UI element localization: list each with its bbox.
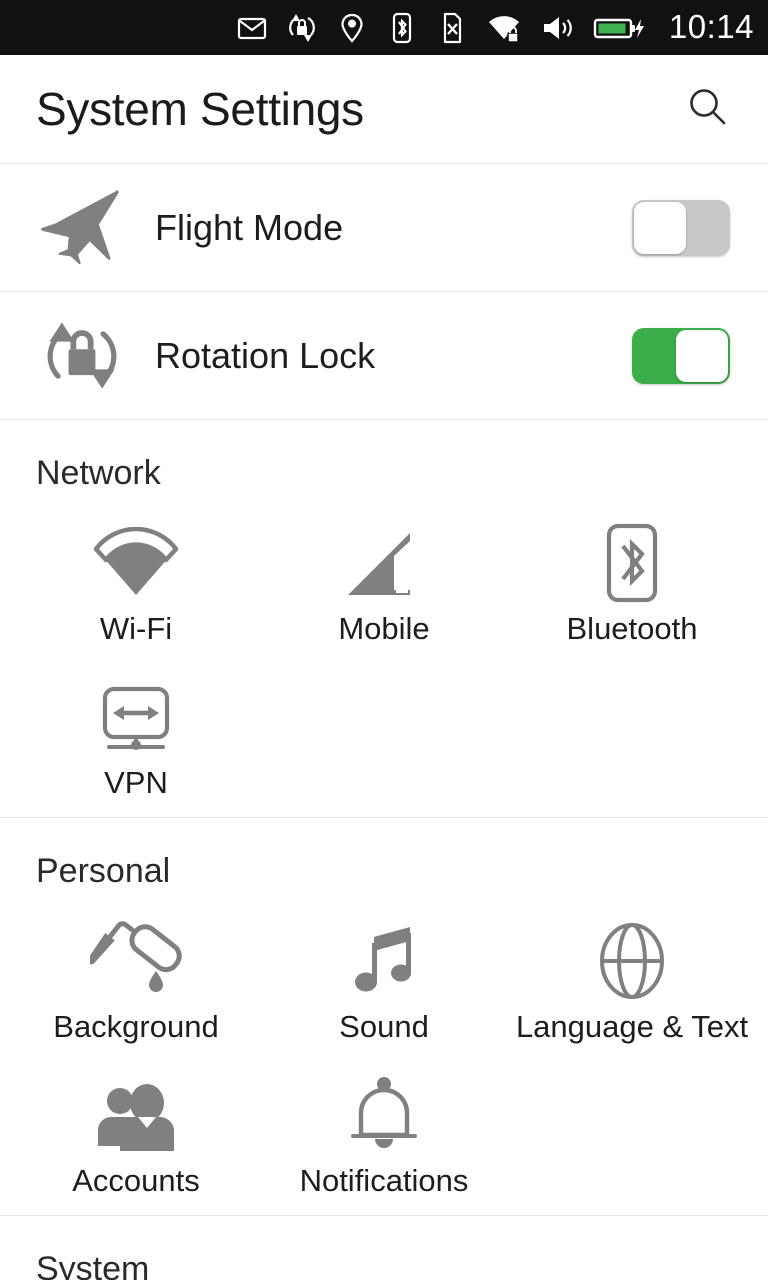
section-title-personal: Personal [36, 852, 171, 890]
row-label-rotation-lock: Rotation Lock [155, 334, 376, 376]
row-rotation-lock[interactable]: Rotation Lock [0, 292, 768, 419]
tile-label-wifi: Wi-Fi [99, 611, 173, 646]
status-bar-clock: 10:14 [668, 7, 754, 45]
tile-wifi[interactable]: Wi-Fi [12, 499, 260, 653]
tile-sound[interactable]: Sound [260, 897, 508, 1051]
airplane-icon [36, 185, 128, 271]
tile-bluetooth[interactable]: Bluetooth [508, 499, 756, 653]
page-header: System Settings [0, 55, 768, 163]
toggle-knob [676, 329, 728, 382]
tile-label-mobile: Mobile [338, 611, 430, 646]
tile-vpn[interactable]: VPN [12, 653, 260, 807]
personal-grid: Background Sound Language & Text Account… [0, 897, 768, 1205]
tile-background[interactable]: Background [12, 897, 260, 1051]
system-settings-screen: 10:14 System Settings Flight Mode Rotati… [0, 0, 768, 1280]
row-flight-mode[interactable]: Flight Mode [0, 164, 768, 291]
page-title: System Settings [36, 83, 364, 135]
tile-notifications[interactable]: Notifications [260, 1051, 508, 1205]
search-button[interactable] [680, 82, 734, 136]
tile-label-language-text: Language & Text [515, 1009, 749, 1044]
bluetooth-icon[interactable] [385, 11, 419, 45]
tile-label-sound: Sound [339, 1009, 429, 1044]
section-title-system: System [36, 1250, 150, 1280]
toggle-rotation-lock[interactable] [632, 327, 730, 384]
bluetooth-icon [601, 523, 663, 603]
tile-language-text[interactable]: Language & Text [508, 897, 756, 1051]
toggle-knob [634, 201, 686, 254]
wifi-icon [90, 525, 182, 603]
status-bar: 10:14 [0, 0, 768, 55]
volume-icon[interactable] [539, 11, 577, 45]
tile-label-vpn: VPN [104, 765, 168, 800]
search-icon [683, 83, 731, 136]
tile-mobile[interactable]: Mobile [260, 499, 508, 653]
vpn-icon [93, 679, 179, 757]
tile-label-notifications: Notifications [299, 1163, 469, 1198]
section-title-network: Network [36, 454, 161, 492]
tile-label-background: Background [53, 1009, 219, 1044]
tile-label-accounts: Accounts [72, 1163, 200, 1198]
toggle-flight-mode[interactable] [632, 199, 730, 256]
paint-roller-icon [90, 921, 182, 1001]
sim-card-missing-icon[interactable] [435, 11, 469, 45]
cellular-signal-icon [344, 525, 424, 603]
rotation-lock-icon [36, 311, 128, 401]
section-personal: Personal Background Sound Language & Tex… [0, 818, 768, 1215]
section-system: System [0, 1216, 768, 1280]
row-label-flight-mode: Flight Mode [155, 206, 344, 248]
network-grid: Wi-Fi Mobile Bluetooth VPN [0, 499, 768, 807]
battery-charging-icon[interactable] [593, 11, 649, 45]
location-icon[interactable] [335, 11, 369, 45]
rotation-lock-icon[interactable] [285, 11, 319, 45]
section-network: Network Wi-Fi Mobile Bluetooth VPN [0, 420, 768, 817]
message-icon[interactable] [235, 11, 269, 45]
globe-icon [594, 923, 670, 1001]
tile-label-bluetooth: Bluetooth [566, 611, 698, 646]
music-note-icon [344, 923, 424, 1001]
wifi-secure-icon[interactable] [485, 11, 523, 45]
people-icon [90, 1077, 182, 1155]
bell-icon [347, 1077, 421, 1155]
tile-accounts[interactable]: Accounts [12, 1051, 260, 1205]
